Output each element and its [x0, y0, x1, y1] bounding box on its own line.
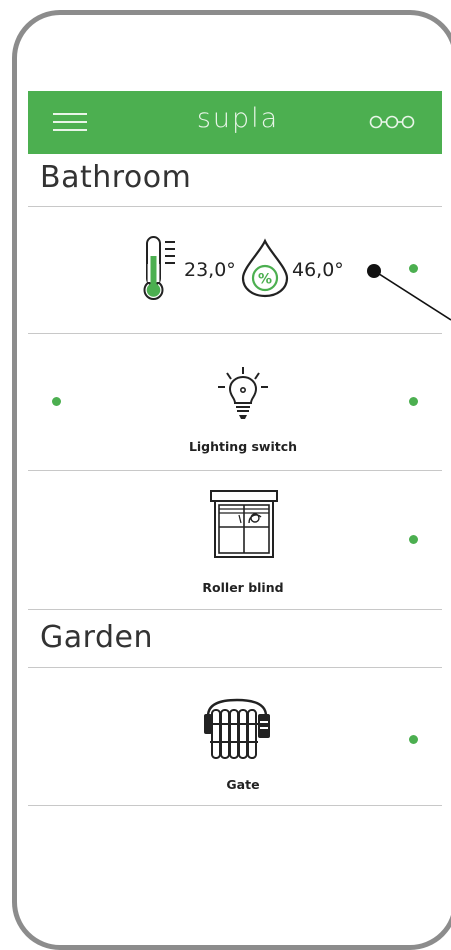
- status-dot: [409, 735, 418, 744]
- triple-circle-icon[interactable]: [368, 109, 416, 135]
- thermometer-icon: [140, 234, 178, 302]
- gate-icon: [202, 696, 272, 762]
- hamburger-menu-icon[interactable]: [53, 111, 87, 133]
- divider: [28, 470, 442, 471]
- app-logo: supla: [196, 103, 280, 134]
- annotation-pointer: [364, 262, 451, 324]
- location-title-bathroom[interactable]: Bathroom: [40, 160, 191, 195]
- app-header: supla: [28, 91, 442, 154]
- status-dot: [409, 535, 418, 544]
- status-dot: [52, 397, 61, 406]
- light-bulb-icon: [213, 365, 273, 423]
- divider: [28, 206, 442, 207]
- status-dot: [409, 397, 418, 406]
- channel-label: Lighting switch: [188, 439, 298, 454]
- humidity-drop-icon: %: [238, 238, 292, 298]
- divider: [28, 609, 442, 610]
- divider: [28, 805, 442, 806]
- svg-text:%: %: [258, 272, 272, 288]
- divider: [28, 333, 442, 334]
- channel-label: Roller blind: [202, 580, 284, 595]
- channel-label: Gate: [226, 777, 260, 792]
- humidity-value: 46,0°: [292, 259, 344, 281]
- location-title-garden[interactable]: Garden: [40, 620, 153, 655]
- divider: [28, 667, 442, 668]
- temperature-value: 23,0°: [184, 259, 236, 281]
- roller-blind-icon: [209, 489, 279, 559]
